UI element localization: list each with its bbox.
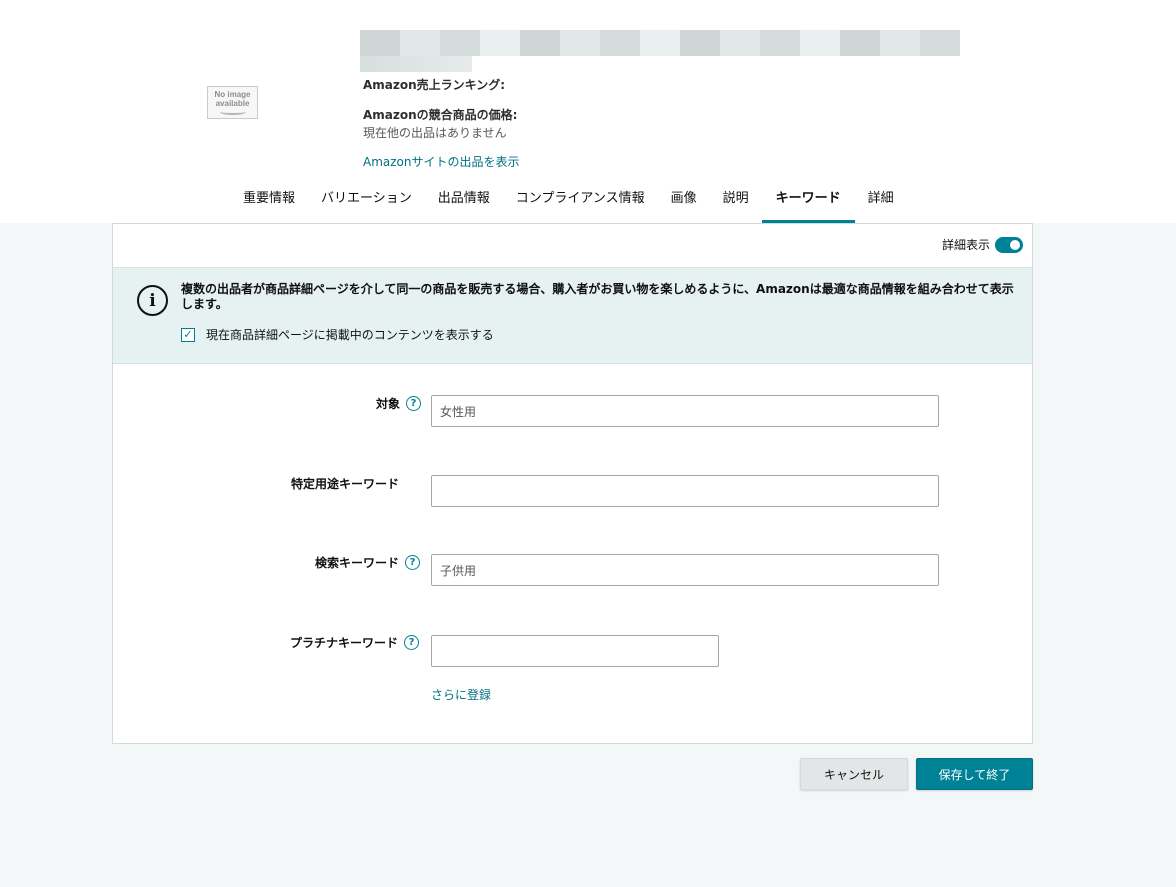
target-input[interactable]	[431, 395, 939, 427]
detail-view-toggle-row: 詳細表示	[942, 236, 1023, 253]
info-icon: i	[137, 285, 168, 316]
alert-message: 複数の出品者が商品詳細ページを介して同一の商品を販売する場合、購入者がお買い物を…	[181, 282, 1014, 311]
special-keyword-label-row: 特定用途キーワード	[291, 475, 399, 492]
help-icon[interactable]: ?	[406, 396, 422, 411]
sales-ranking-label: Amazon売上ランキング:	[363, 78, 506, 92]
search-keyword-label-row: 検索キーワード ?	[315, 554, 421, 571]
cancel-button[interactable]: キャンセル	[800, 758, 908, 790]
tab-keywords[interactable]: キーワード	[761, 180, 855, 223]
help-icon[interactable]: ?	[405, 555, 421, 570]
target-label: 対象	[376, 397, 401, 411]
tab-variations[interactable]: バリエーション	[308, 180, 425, 223]
platinum-keyword-label-row: プラチナキーワード ?	[290, 634, 420, 651]
tab-offer[interactable]: 出品情報	[425, 180, 503, 223]
detail-view-label: 詳細表示	[941, 238, 990, 252]
help-icon[interactable]: ?	[404, 635, 420, 650]
special-keyword-label: 特定用途キーワード	[291, 477, 400, 491]
detail-view-toggle[interactable]	[995, 236, 1023, 253]
show-current-content-label: 現在商品詳細ページに掲載中のコンテンツを表示する	[206, 328, 494, 342]
add-more-link[interactable]: さらに登録	[431, 686, 491, 703]
product-header: No image available Amazon売上ランキング: Amazon…	[0, 0, 1176, 223]
tab-description[interactable]: 説明	[710, 180, 762, 223]
competitor-price: Amazonの競合商品の価格: 現在他の出品はありません	[363, 106, 517, 141]
search-keyword-label: 検索キーワード	[315, 556, 400, 570]
no-image-text-2: available	[215, 99, 250, 108]
show-current-content-checkbox-row[interactable]: ✓ 現在商品詳細ページに掲載中のコンテンツを表示する	[181, 326, 494, 343]
product-image-placeholder: No image available	[207, 86, 258, 119]
tab-details[interactable]: 詳細	[855, 180, 907, 223]
save-and-finish-button[interactable]: 保存して終了	[916, 758, 1033, 790]
keywords-form-card: 詳細表示 i 複数の出品者が商品詳細ページを介して同一の商品を販売する場合、購入…	[112, 223, 1033, 744]
view-listing-link[interactable]: Amazonサイトの出品を表示	[363, 155, 520, 169]
product-title-redacted-line2	[360, 56, 472, 72]
no-image-text: No image	[214, 90, 251, 99]
tab-bar: 重要情報 バリエーション 出品情報 コンプライアンス情報 画像 説明 キーワード…	[230, 180, 907, 223]
target-label-row: 対象 ?	[376, 395, 422, 412]
product-title-redacted	[360, 30, 960, 56]
platinum-keyword-input[interactable]	[431, 635, 719, 667]
competitor-price-label: Amazonの競合商品の価格:	[363, 108, 518, 122]
show-current-content-checkbox[interactable]: ✓	[181, 327, 195, 342]
tab-important-info[interactable]: 重要情報	[230, 180, 308, 223]
sales-ranking: Amazon売上ランキング:	[363, 76, 505, 93]
special-keyword-input[interactable]	[431, 475, 939, 507]
search-keyword-input[interactable]	[431, 554, 939, 586]
tab-compliance[interactable]: コンプライアンス情報	[503, 180, 658, 223]
platinum-keyword-label: プラチナキーワード	[290, 636, 399, 650]
tab-images[interactable]: 画像	[658, 180, 710, 223]
competitor-price-value: 現在他の出品はありません	[363, 126, 507, 140]
amazon-smile-icon	[219, 109, 246, 115]
info-alert: i 複数の出品者が商品詳細ページを介して同一の商品を販売する場合、購入者がお買い…	[113, 267, 1032, 364]
